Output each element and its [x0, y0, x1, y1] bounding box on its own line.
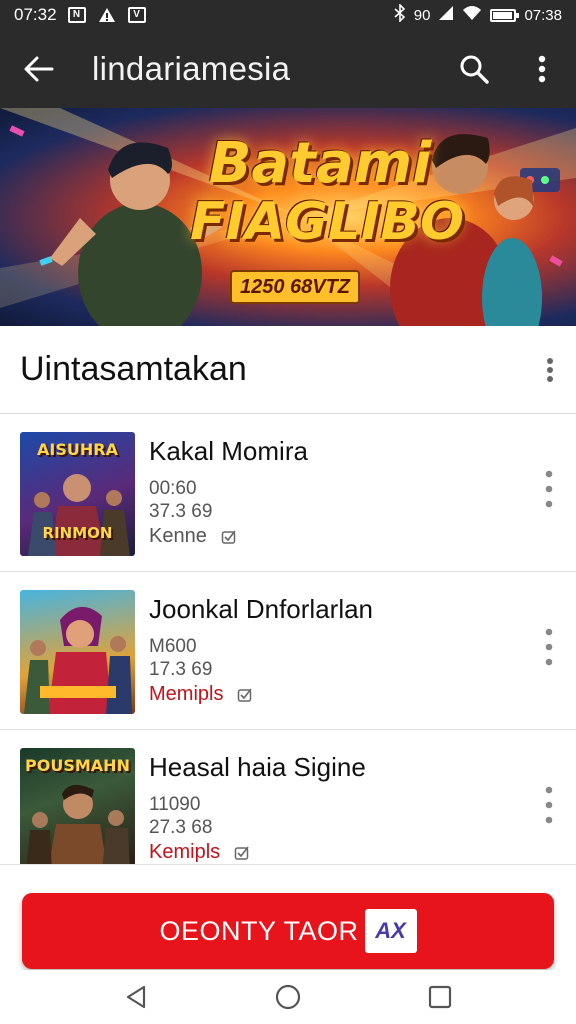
app-n-icon: N [67, 6, 87, 24]
thumbnail-title: POUSMAHN [25, 756, 130, 775]
item-thumbnail: POUSMAHN [20, 748, 135, 864]
item-tag: Kemipls [149, 841, 221, 863]
app-bar: lindariamesia [0, 30, 576, 108]
status-bar: 07:32 N V 90 07:38 [0, 0, 576, 30]
status-time-right: 07:38 [524, 6, 562, 24]
system-nav-bar [0, 970, 576, 1024]
item-thumbnail [20, 590, 135, 714]
verified-check-icon [238, 688, 253, 702]
wifi-icon [462, 5, 482, 25]
section-more-button[interactable] [524, 344, 576, 396]
more-vert-icon [545, 628, 553, 666]
signal-icon [438, 5, 454, 25]
search-button[interactable] [440, 30, 508, 108]
verified-check-icon [221, 530, 236, 544]
item-meta-1: M600 [149, 636, 197, 657]
thumbnail-title: AISUHRA [37, 440, 118, 459]
item-meta-1: 11090 [149, 794, 201, 815]
back-button[interactable] [0, 30, 78, 108]
game-list: AISUHRA RINMON Kakal Momira 00:60 37.3 6… [0, 414, 576, 864]
banner-subtitle: 1250 68VTZ [230, 270, 360, 304]
more-vert-icon [547, 357, 553, 382]
arrow-left-icon [24, 56, 54, 82]
nav-back-button[interactable] [111, 972, 161, 1022]
network-text: 90 [413, 6, 431, 24]
list-item[interactable]: Joonkal Dnforlarlan M600 17.3 69 Memipls [0, 572, 576, 730]
list-item[interactable]: POUSMAHN Heasal haia Sigine 11090 27.3 6… [0, 730, 576, 864]
cta-container: OEONTY TAOR AX [0, 864, 576, 969]
banner-title-line1: Batami [208, 131, 432, 196]
section-header: Uintasamtakan [0, 326, 576, 414]
status-time: 07:32 [14, 5, 57, 24]
item-title: Kakal Momira [149, 436, 308, 466]
more-vert-icon [538, 55, 546, 83]
featured-banner[interactable]: Batami FIAGLIBO 1250 68VTZ [0, 108, 576, 326]
page-title: lindariamesia [92, 50, 291, 87]
item-more-button[interactable] [534, 780, 564, 830]
verified-check-icon [234, 846, 249, 860]
banner-title: Batami FIAGLIBO [190, 131, 465, 252]
item-tag: Kenne [149, 525, 207, 547]
item-meta-2: 17.3 69 [149, 659, 213, 680]
item-meta-1: 00:60 [149, 478, 197, 499]
nav-home-icon [275, 984, 301, 1010]
more-vert-icon [545, 786, 553, 824]
item-meta-2: 27.3 68 [149, 817, 213, 838]
cta-label: OEONTY TAOR [159, 915, 359, 946]
app-v-icon: V [127, 6, 147, 24]
banner-title-line2: FIAGLIBO [190, 192, 465, 252]
item-thumbnail: AISUHRA RINMON [20, 432, 135, 556]
nav-recents-icon [428, 985, 452, 1009]
list-item[interactable]: AISUHRA RINMON Kakal Momira 00:60 37.3 6… [0, 414, 576, 572]
more-vert-icon [545, 470, 553, 508]
nav-home-button[interactable] [263, 972, 313, 1022]
cta-badge: AX [364, 909, 417, 953]
item-title: Heasal haia Sigine [149, 752, 366, 782]
search-icon [460, 55, 489, 84]
item-more-button[interactable] [534, 622, 564, 672]
primary-action-button[interactable]: OEONTY TAOR AX [22, 893, 554, 969]
nav-recents-button[interactable] [415, 972, 465, 1022]
thumbnail-subtitle: RINMON [42, 524, 113, 542]
warning-icon [97, 6, 117, 24]
bluetooth-icon [394, 3, 406, 26]
item-more-button[interactable] [534, 464, 564, 514]
section-title: Uintasamtakan [20, 350, 247, 388]
nav-back-icon [126, 985, 146, 1009]
battery-icon [490, 8, 520, 22]
item-meta-2: 37.3 69 [149, 501, 213, 522]
overflow-menu-button[interactable] [508, 30, 576, 108]
item-tag: Memipls [149, 683, 224, 705]
item-title: Joonkal Dnforlarlan [149, 594, 374, 624]
